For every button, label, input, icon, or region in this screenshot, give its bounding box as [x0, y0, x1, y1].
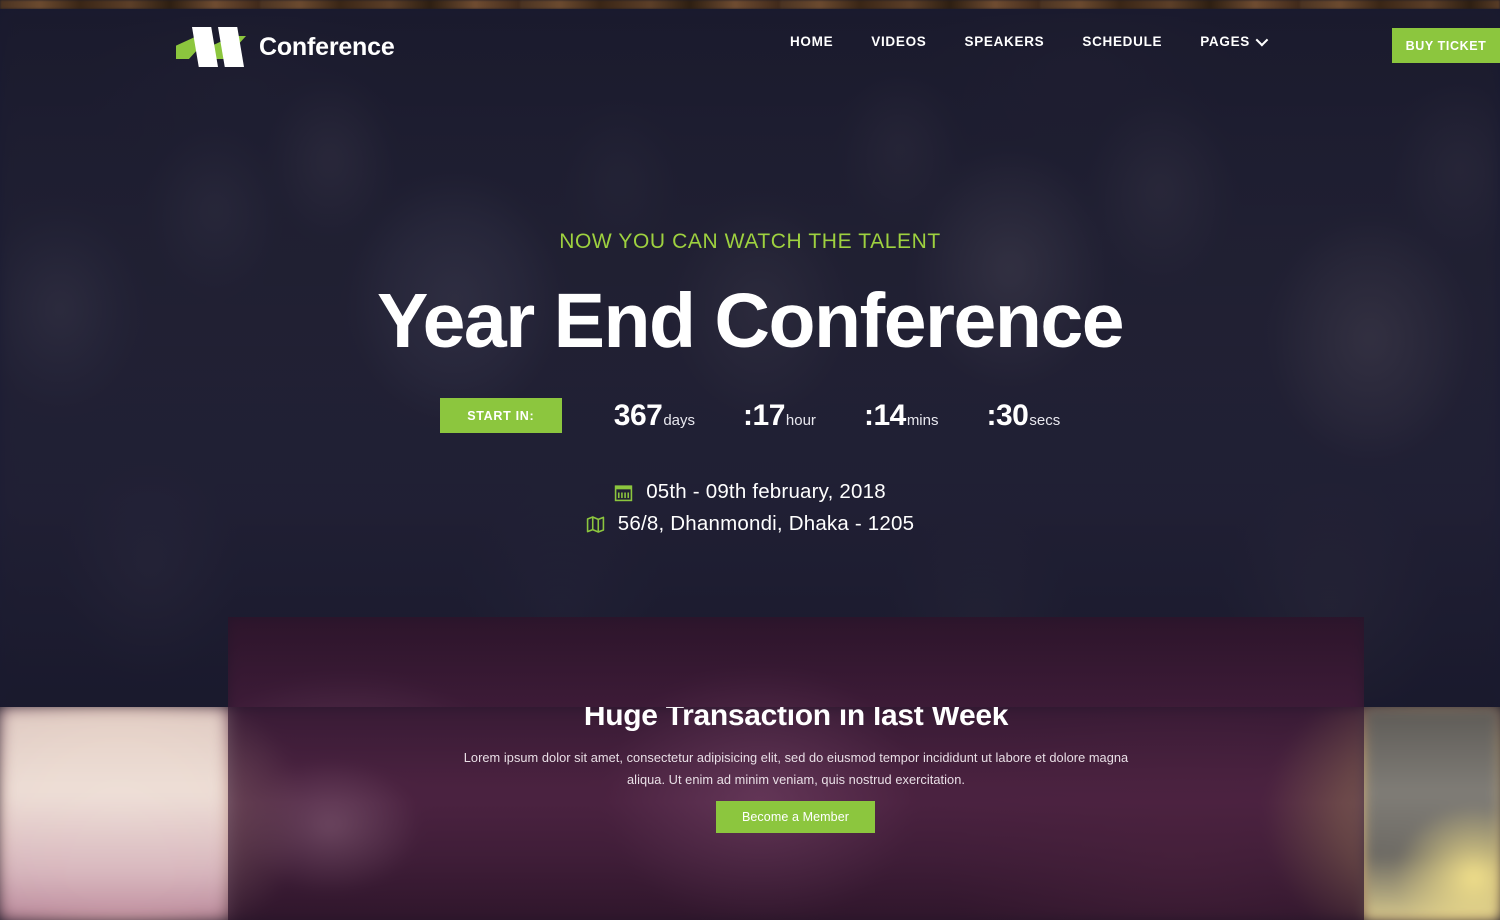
- nav-item-label: SCHEDULE: [1082, 33, 1163, 49]
- become-a-member-label: Become a Member: [741, 810, 850, 824]
- countdown-secs-label: secs: [1029, 411, 1061, 429]
- site-header: Conference HOME VIDEOS SPEAKERS SCHEDULE…: [0, 0, 1500, 82]
- countdown-hours-prefix: :: [743, 398, 753, 432]
- promo-band-left-photo-edge: [0, 707, 228, 920]
- event-info: 05th - 09th february, 2018 56/8, Dhanmon…: [0, 480, 1500, 544]
- nav-item-schedule[interactable]: SCHEDULE: [1063, 34, 1181, 49]
- calendar-icon: [614, 484, 633, 501]
- nav-item-speakers[interactable]: SPEAKERS: [946, 34, 1064, 49]
- countdown-unit-mins: : 14 mins: [864, 399, 939, 433]
- nav-item-label: PAGES: [1200, 33, 1250, 49]
- countdown-start-label: START IN:: [439, 398, 562, 433]
- buy-ticket-button[interactable]: BUY TICKET: [1392, 28, 1500, 63]
- promo-band-right-photo-edge: [1364, 707, 1500, 920]
- nav-item-label: SPEAKERS: [964, 33, 1045, 49]
- countdown-days-value: 367: [613, 398, 663, 432]
- promo-band-title: Huge Transaction in last Week: [583, 707, 1009, 732]
- countdown-mins-value: 14: [873, 398, 906, 432]
- page-title: Year End Conference: [376, 278, 1125, 364]
- become-a-member-button[interactable]: Become a Member: [716, 801, 875, 833]
- logo-white-right-shape: [218, 27, 244, 67]
- page-stage: Conference HOME VIDEOS SPEAKERS SCHEDULE…: [0, 0, 1500, 920]
- nav-item-pages[interactable]: PAGES: [1181, 33, 1284, 49]
- countdown-unit-days: 367 days: [614, 399, 695, 433]
- event-location-row: 56/8, Dhanmondi, Dhaka - 1205: [0, 512, 1500, 536]
- event-date-row: 05th - 09th february, 2018: [0, 480, 1500, 504]
- countdown-mins-prefix: :: [863, 398, 874, 432]
- nav-item-label: HOME: [789, 33, 834, 49]
- promo-band-section: Huge Transaction in last Week Lorem ipsu…: [0, 707, 1500, 920]
- countdown-secs-value: 30: [995, 398, 1029, 432]
- countdown-days-label: days: [663, 411, 696, 429]
- promo-band-top-overlap: [228, 617, 1364, 707]
- event-location-text: 56/8, Dhanmondi, Dhaka - 1205: [617, 512, 915, 535]
- nav-item-home[interactable]: HOME: [771, 34, 852, 49]
- buy-ticket-label: BUY TICKET: [1405, 38, 1487, 53]
- countdown-unit-secs: : 30 secs: [986, 399, 1060, 433]
- promo-band-top-tint: [228, 617, 1364, 707]
- nav-item-label: VIDEOS: [871, 33, 927, 49]
- promo-band-body-text: Lorem ipsum dolor sit amet, consectetur …: [463, 750, 1129, 788]
- logo-white-left-shape: [192, 27, 218, 67]
- countdown-secs-prefix: :: [986, 398, 996, 432]
- countdown-mins-label: mins: [906, 411, 939, 429]
- countdown-hours-label: hour: [785, 411, 816, 429]
- countdown-unit-hours: : 17 hour: [743, 399, 816, 433]
- promo-band-content: Huge Transaction in last Week Lorem ipsu…: [228, 707, 1364, 920]
- chevron-down-icon: [1255, 33, 1269, 46]
- main-navigation: HOME VIDEOS SPEAKERS SCHEDULE PAGES: [771, 0, 1284, 82]
- conference-logo-icon: [176, 27, 246, 67]
- brand-name: Conference: [259, 32, 395, 61]
- countdown-timer: START IN: 367 days : 17 hour : 14 mins :…: [0, 398, 1500, 433]
- hero-subtitle: NOW YOU CAN WATCH THE TALENT: [559, 230, 941, 253]
- countdown-start-text: START IN:: [467, 408, 535, 423]
- event-date-text: 05th - 09th february, 2018: [646, 480, 886, 503]
- nav-item-videos[interactable]: VIDEOS: [852, 34, 945, 49]
- countdown-hours-value: 17: [752, 398, 786, 432]
- map-icon: [586, 515, 605, 533]
- brand-logo[interactable]: Conference: [176, 27, 395, 67]
